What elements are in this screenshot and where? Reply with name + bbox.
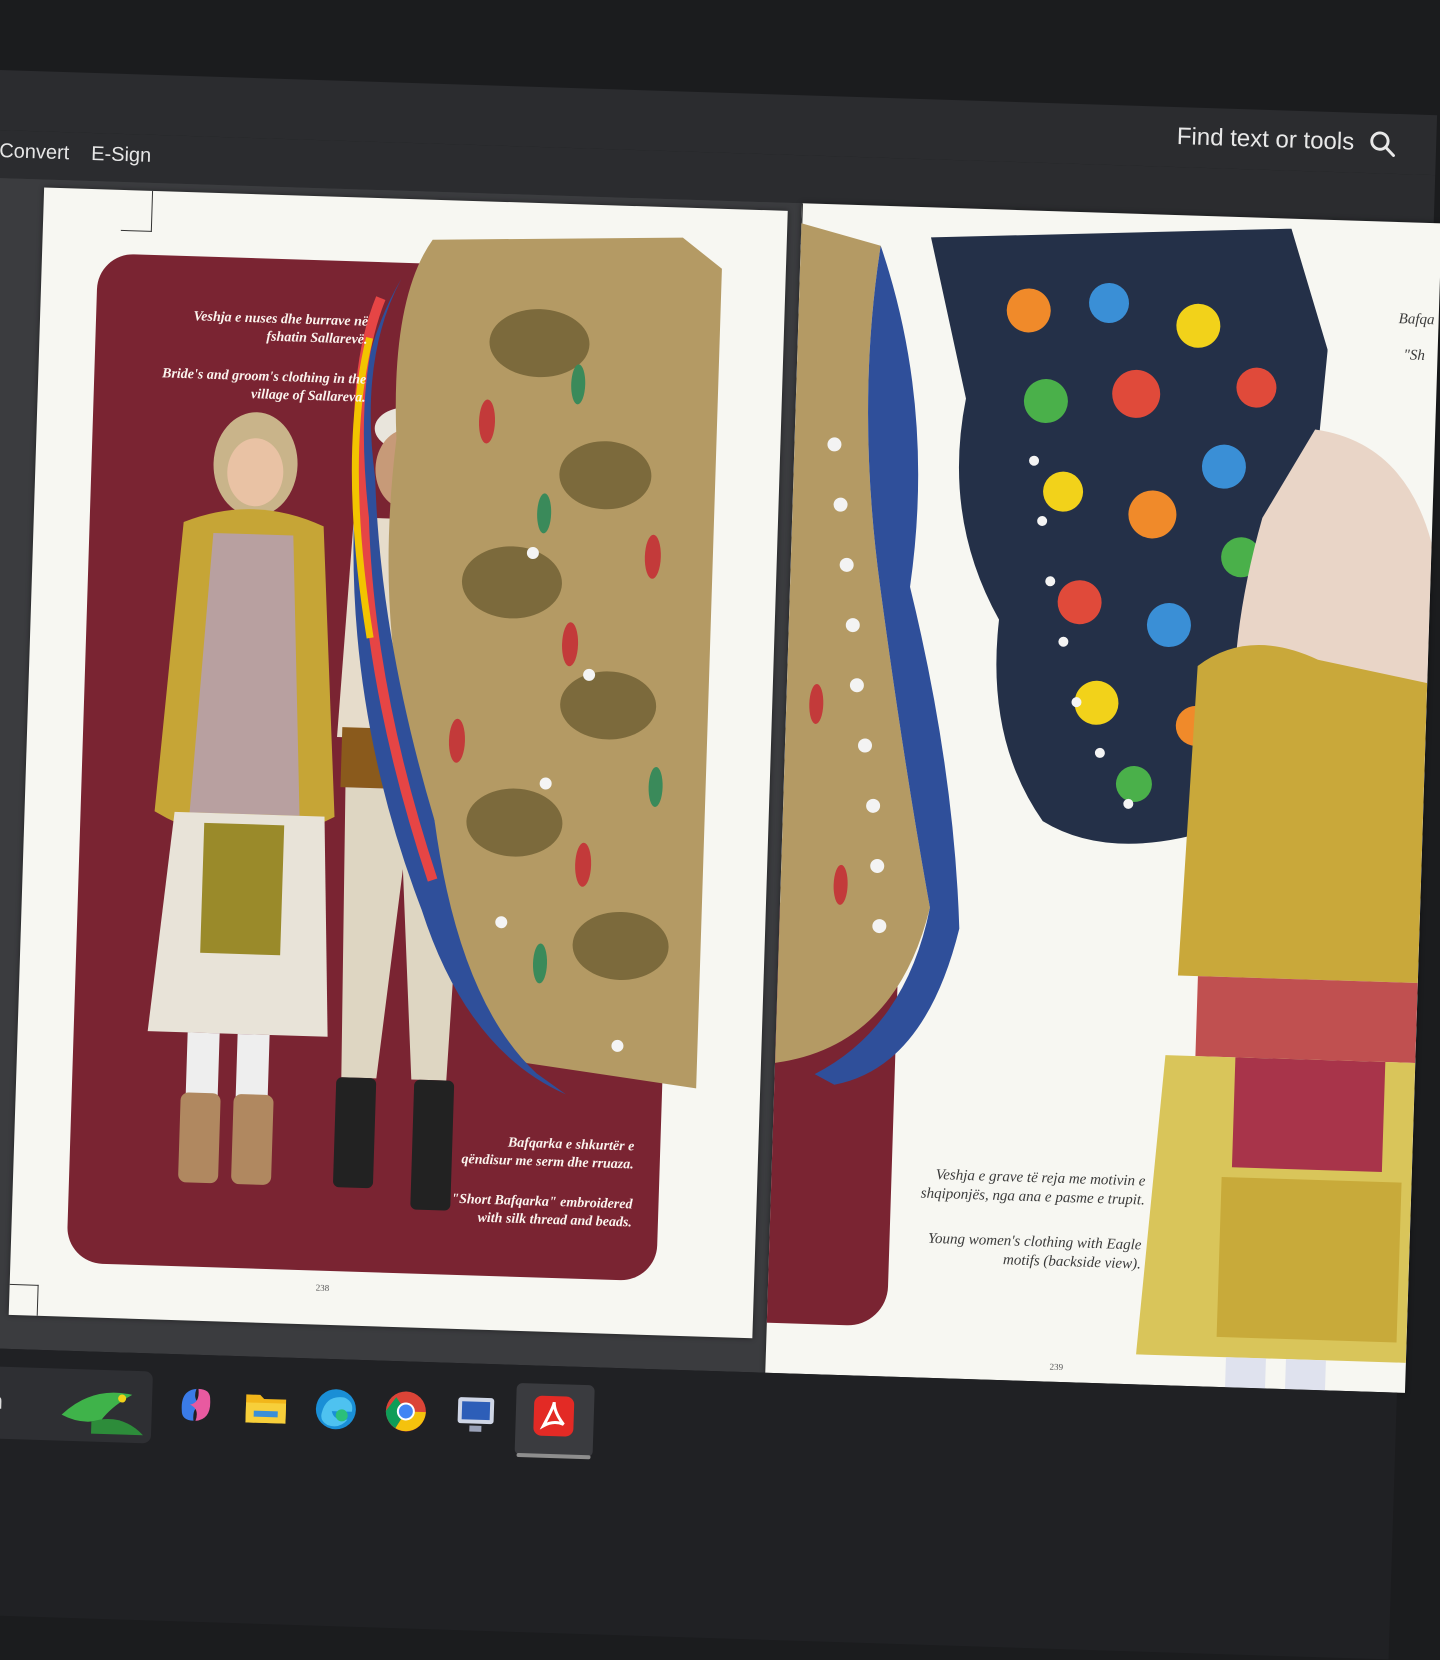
page-number-right: 239 bbox=[1049, 1361, 1064, 1373]
chrome-icon[interactable] bbox=[381, 1387, 430, 1436]
taskbar-search[interactable]: arch bbox=[0, 1365, 153, 1444]
windows-taskbar: arch bbox=[0, 1347, 1397, 1660]
caption-bottom-albanian: Bafqarka e shkurtër e qëndisur me serm d… bbox=[461, 1135, 635, 1173]
page-238: Veshja e nuses dhe burrave në fshatin Sa… bbox=[8, 187, 788, 1339]
edge-icon[interactable] bbox=[311, 1385, 360, 1434]
bird-illustration-icon bbox=[61, 1392, 143, 1436]
menu-convert[interactable]: Convert bbox=[0, 140, 70, 165]
acrobat-icon[interactable] bbox=[529, 1391, 578, 1440]
file-explorer-icon[interactable] bbox=[241, 1382, 290, 1431]
menu-esign[interactable]: E-Sign bbox=[91, 143, 152, 168]
short-bafqarka-embroidery-photo bbox=[351, 237, 722, 1095]
document-viewport[interactable]: Veshja e nuses dhe burrave në fshatin Sa… bbox=[0, 177, 1440, 1393]
edge-caption-2: "Sh bbox=[1403, 347, 1426, 364]
caption-top-albanian: Veshja e nuses dhe burrave në fshatin Sa… bbox=[193, 309, 369, 348]
find-text-or-tools[interactable]: Find text or tools bbox=[1176, 121, 1396, 160]
caption-top-english: Bride's and groom's clothing in the vill… bbox=[161, 366, 367, 406]
caption-english: Young women's clothing with Eagle motifs… bbox=[927, 1230, 1142, 1273]
monitor-screen: Find text or tools Convert E-Sign Veshja… bbox=[0, 0, 1440, 1660]
young-woman-backside-photo bbox=[1136, 429, 1432, 1393]
edge-caption-1: Bafqa bbox=[1398, 311, 1435, 329]
caption-bottom-english: "Short Bafqarka" embroidered with silk t… bbox=[451, 1191, 633, 1231]
search-icon bbox=[1370, 131, 1395, 157]
copilot-icon[interactable] bbox=[171, 1380, 220, 1429]
crop-mark bbox=[120, 189, 154, 232]
taskbar-search-label: arch bbox=[0, 1387, 4, 1414]
remote-desktop-icon[interactable] bbox=[451, 1389, 500, 1438]
find-text-label: Find text or tools bbox=[1176, 123, 1355, 156]
crop-mark bbox=[8, 1283, 39, 1316]
page-239: Bafqa "Sh Veshja e grave të reja me moti… bbox=[765, 203, 1440, 1393]
page-number-left: 238 bbox=[315, 1282, 330, 1293]
caption-albanian: Veshja e grave të reja me motivin e shqi… bbox=[920, 1166, 1146, 1209]
